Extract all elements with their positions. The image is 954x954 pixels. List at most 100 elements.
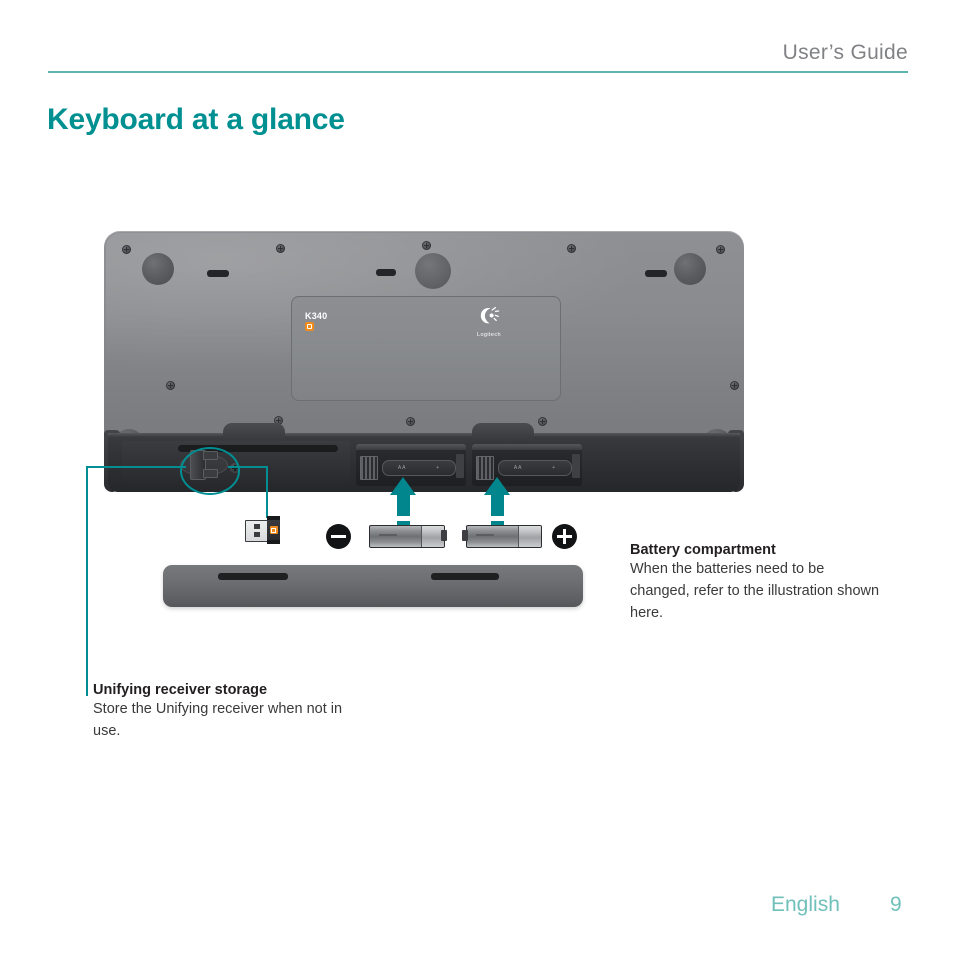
battery-positive-nub [441,530,447,541]
battery-bay-marking-left: AA + [382,460,456,476]
cable-channel-icon [415,253,451,289]
arrow-trail-segment [396,530,410,533]
screw-icon [126,467,135,476]
receiver-storage-highlight-circle [180,447,240,495]
bay-polarity-label: + [436,465,441,471]
keyboard-underside-figure: AA + AA + K340 Logitech [0,0,954,954]
battery-spring-contact-icon [476,456,494,480]
screw-icon [276,244,285,253]
arrow-shaft [396,494,410,516]
receiver-slot-clip [203,451,218,460]
usb-receiver-body [267,516,280,544]
battery-note-body: When the batteries need to be changed, r… [630,561,880,621]
battery-bay-right: AA + [472,444,582,486]
arrow-head [390,477,416,495]
page-title: Keyboard at a glance [47,103,345,136]
screw-icon [716,245,725,254]
screw-icon [718,467,727,476]
cover-slot [218,573,288,580]
usb-body-cap [267,540,280,544]
battery-compartment-note: Battery compartment When the batteries n… [630,542,880,624]
vent-slot-icon [376,269,396,276]
usb-pin [254,532,260,537]
battery-compartment-cover [163,565,583,607]
receiver-note-body: Store the Unifying receiver when not in … [93,701,343,739]
screw-icon [538,417,547,426]
bay-polarity-label: + [552,465,557,471]
receiver-storage-slot [180,448,228,480]
model-number-label: K340 [305,311,328,321]
battery-bank-edge-left [104,430,120,492]
arrow-shaft [490,494,504,516]
vent-slot-icon [645,270,667,277]
plus-bar-horizontal [557,535,572,539]
screw-icon [422,241,431,250]
battery-note-title: Battery compartment [630,542,776,558]
logitech-wordmark: Logitech [477,332,501,338]
product-label-panel: K340 Logitech [291,296,561,401]
receiver-slot-recess [180,454,228,476]
logitech-logo: Logitech [469,306,509,338]
rubber-foot-icon [674,253,706,285]
aa-battery-right [462,525,544,548]
footer-language-label: English [771,893,840,916]
screw-icon [406,417,415,426]
battery-bank-edge-right [728,430,744,492]
arrow-trail-segment [490,530,504,533]
polarity-minus-icon [326,524,351,549]
screw-icon [166,381,175,390]
battery-positive-nub [462,530,468,541]
plus-bar-vertical [562,529,567,544]
battery-stripe [476,534,494,536]
arrow-head [484,477,510,495]
leader-line-receiver-vertical [86,466,88,696]
battery-door-bump [223,423,285,447]
bay-lip [472,444,582,450]
door-ridge [178,445,338,452]
unifying-usb-receiver-icon [245,514,283,546]
leader-line-usb-horizontal [228,466,268,468]
bay-type-label: AA [513,465,523,471]
header-user-guide-label: User’s Guide [782,41,908,64]
usb-pin [254,524,260,529]
usb-connector [245,520,271,542]
aa-battery-left [365,525,447,548]
vent-slot-icon [207,270,229,277]
unifying-badge-icon [305,322,314,331]
usb-body-cap [267,516,280,520]
keyboard-shell [104,231,744,463]
screw-icon [567,244,576,253]
battery-cell [466,525,542,548]
battery-bay-marking-right: AA + [498,460,572,476]
minus-bar [331,535,346,539]
rubber-foot-icon [114,429,144,459]
cover-slot [431,573,499,580]
arrow-trail-segment [396,521,410,528]
battery-door-bump [472,423,534,447]
battery-spring-contact-icon [360,456,378,480]
receiver-storage-door [122,441,350,488]
receiver-slot-body [190,450,206,480]
bay-contact-plate [456,454,464,478]
polarity-plus-icon [552,524,577,549]
keyboard-bottom-view: AA + AA + [104,231,744,492]
rubber-foot-icon [142,253,174,285]
leader-line-receiver-horizontal [86,466,186,468]
leader-line-usb-vertical [266,466,268,518]
bay-contact-plate [572,454,580,478]
battery-cell [369,525,445,548]
receiver-slot-clip [203,469,218,478]
arrow-trail-segment [490,521,504,528]
receiver-note-title: Unifying receiver storage [93,682,268,698]
header-divider-rule [48,71,908,73]
bay-type-label: AA [397,465,407,471]
receiver-storage-note: Unifying receiver storage Store the Unif… [93,682,353,743]
rubber-foot-icon [702,429,732,459]
bay-lip [356,444,466,450]
battery-bay-left: AA + [356,444,466,486]
screw-icon [122,245,131,254]
screw-icon [230,463,240,473]
screw-icon [730,381,739,390]
unifying-badge-icon [269,526,278,534]
battery-stripe [379,534,397,536]
